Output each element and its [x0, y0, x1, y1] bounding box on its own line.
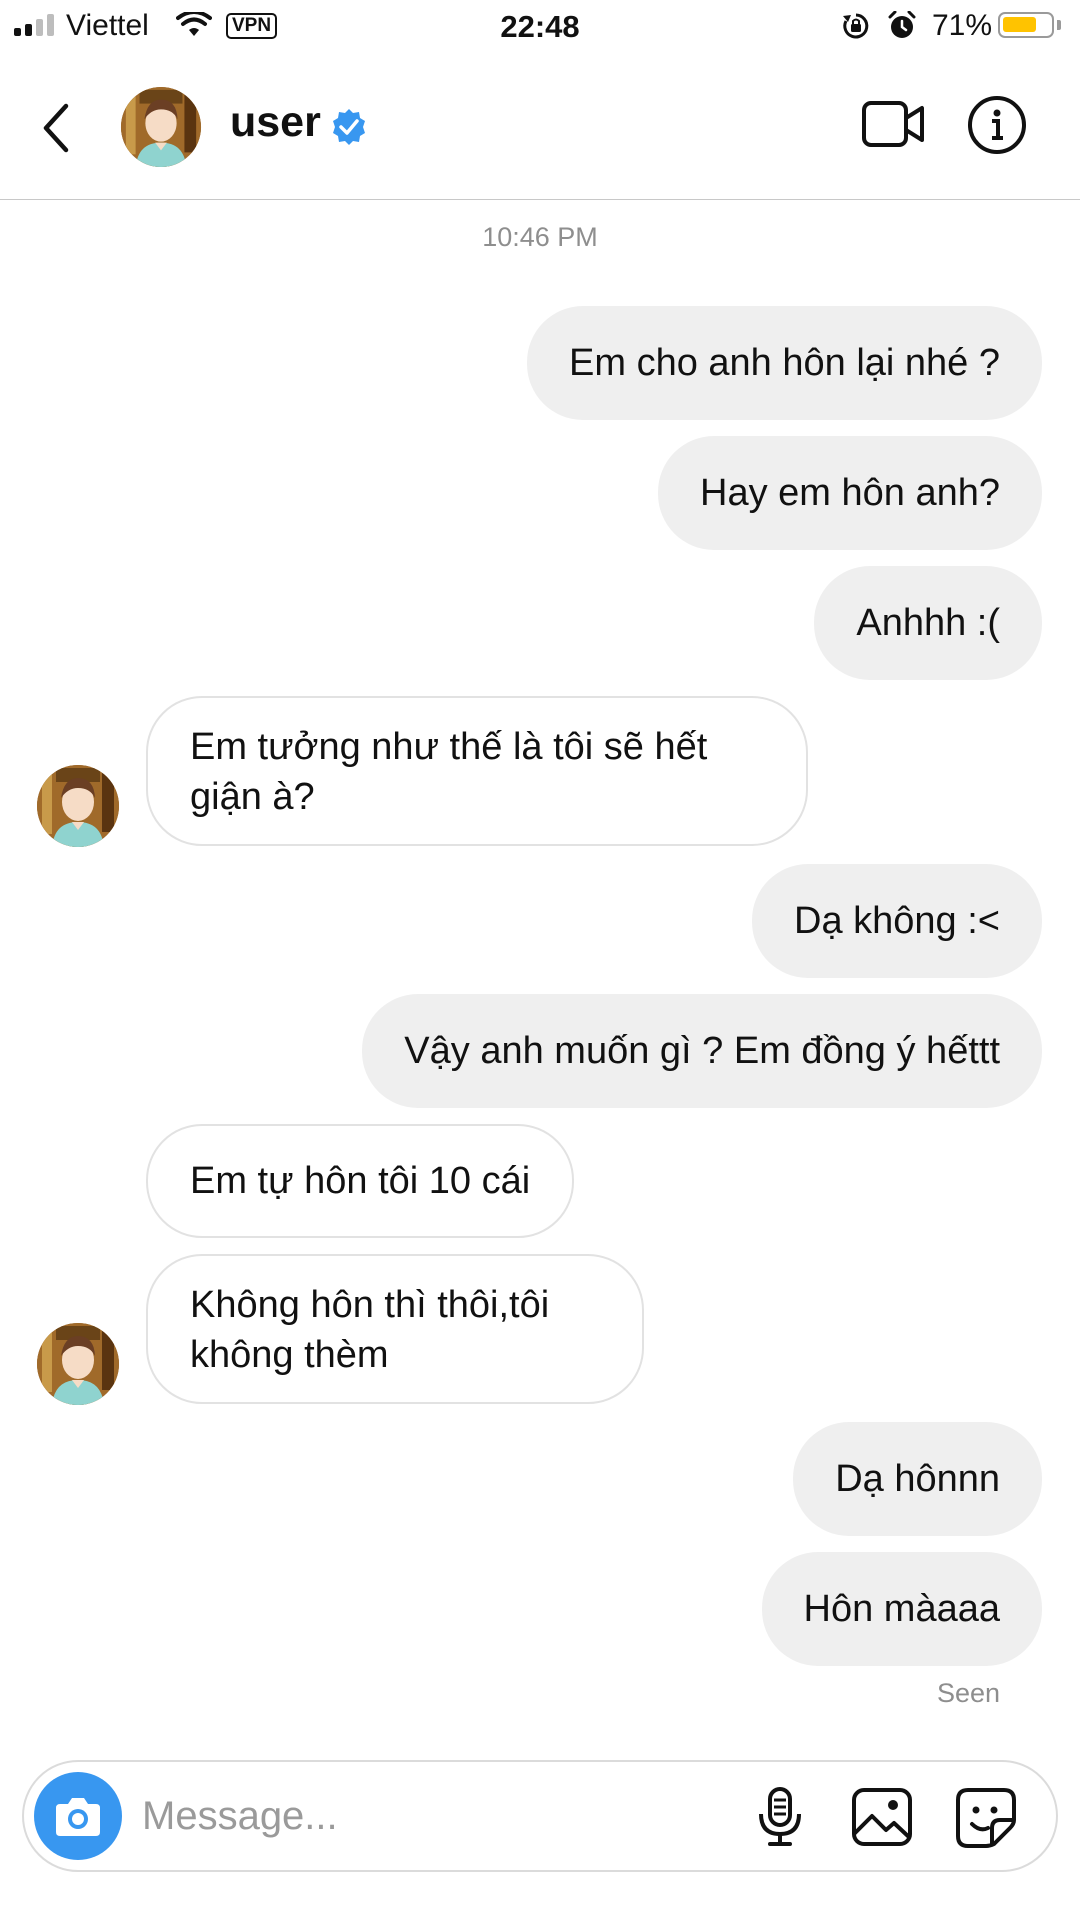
alarm-icon [888, 11, 916, 38]
message-outgoing[interactable]: Hay em hôn anh? [658, 436, 1042, 550]
verified-badge-icon [333, 109, 365, 145]
battery-tip [1057, 20, 1061, 30]
sticker-icon[interactable] [954, 1786, 1018, 1848]
message-outgoing[interactable]: Dạ hônnn [793, 1422, 1042, 1536]
seen-status: Seen [936, 1678, 1000, 1708]
message-incoming[interactable]: Em tự hôn tôi 10 cái [146, 1124, 575, 1238]
message-outgoing[interactable]: Em cho anh hôn lại nhé ? [527, 306, 1042, 420]
avatar[interactable] [120, 86, 202, 168]
message-outgoing[interactable]: Hôn màaaa [761, 1552, 1042, 1666]
avatar[interactable] [36, 1322, 120, 1406]
message-outgoing[interactable]: Vậy anh muốn gì ? Em đồng ý hếttt [362, 994, 1042, 1108]
message-incoming[interactable]: Em tưởng như thế là tôi sẽ hết giận à? [146, 696, 808, 846]
clock: 22:48 [500, 9, 580, 44]
message-composer [22, 1760, 1058, 1872]
message-input[interactable] [142, 1788, 702, 1844]
message-outgoing[interactable]: Dạ không :< [752, 864, 1042, 978]
message-outgoing[interactable]: Anhhh :( [814, 566, 1042, 680]
image-gallery-icon[interactable] [850, 1786, 914, 1848]
status-bar: Viettel VPN 22:48 71% [0, 0, 1080, 54]
video-camera-icon[interactable] [860, 98, 926, 150]
battery-icon [998, 12, 1054, 38]
camera-button[interactable] [34, 1772, 122, 1860]
info-icon[interactable] [966, 94, 1028, 156]
camera-icon [56, 1798, 100, 1836]
message-incoming[interactable]: Không hôn thì thôi,tôi không thèm [146, 1254, 644, 1404]
chat-header: user [0, 56, 1080, 200]
microphone-icon[interactable] [752, 1786, 808, 1848]
battery-percent: 71% [932, 9, 993, 42]
username[interactable]: user [230, 98, 321, 147]
battery-level [1003, 17, 1036, 32]
avatar[interactable] [36, 764, 120, 848]
chevron-left-icon[interactable] [36, 98, 84, 158]
thread-timestamp: 10:46 PM [482, 222, 598, 252]
rotation-lock-icon [843, 13, 869, 39]
